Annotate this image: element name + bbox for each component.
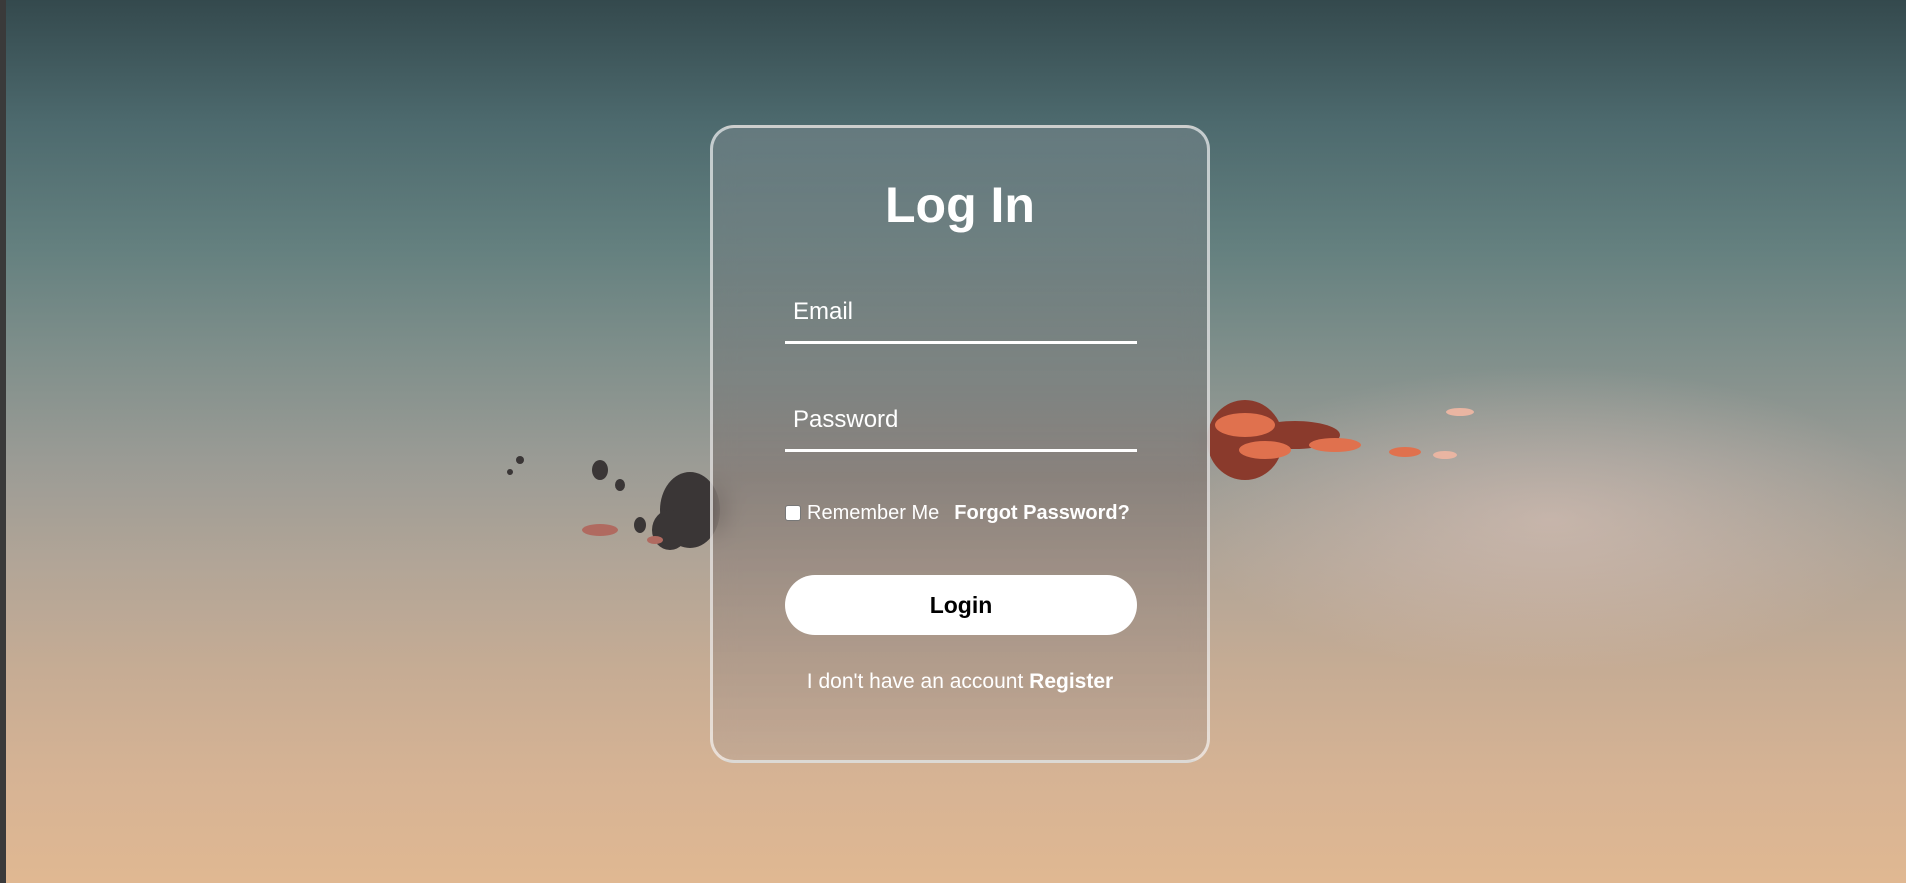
- register-link[interactable]: Register: [1029, 670, 1113, 693]
- password-input[interactable]: [785, 391, 1137, 449]
- remember-me-label[interactable]: Remember Me: [807, 502, 939, 525]
- register-prompt: I don't have an account Register: [713, 670, 1207, 694]
- email-field: [785, 283, 1137, 344]
- no-account-text: I don't have an account: [806, 670, 1024, 693]
- password-field: [785, 391, 1137, 452]
- window-edge: [0, 0, 6, 883]
- login-button[interactable]: Login: [785, 575, 1137, 635]
- login-card: Log In Remember Me Forgot Password? Logi…: [710, 125, 1210, 763]
- login-options-row: Remember Me Forgot Password?: [785, 498, 1137, 528]
- remember-me-checkbox[interactable]: [785, 505, 801, 521]
- login-title: Log In: [885, 177, 1035, 233]
- email-input[interactable]: [785, 283, 1137, 341]
- forgot-password-link[interactable]: Forgot Password?: [954, 502, 1130, 525]
